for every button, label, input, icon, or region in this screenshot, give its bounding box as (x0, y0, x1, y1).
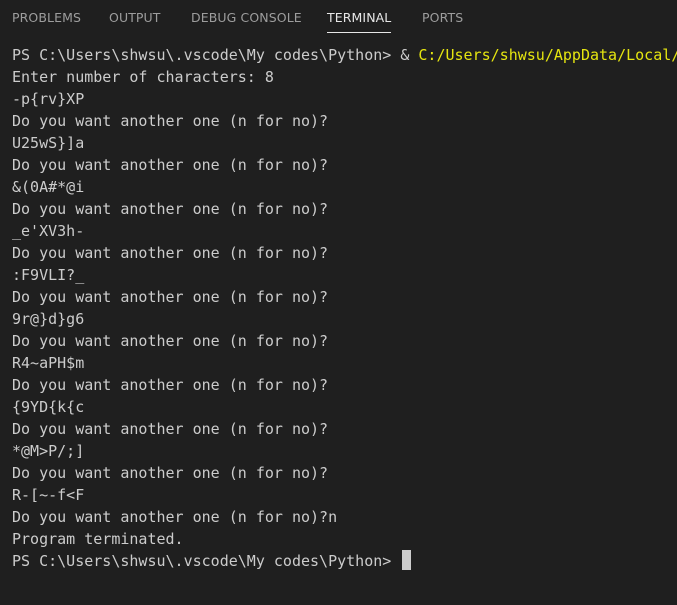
terminal-panel: PROBLEMS OUTPUT DEBUG CONSOLE TERMINAL P… (0, 0, 677, 605)
final-prompt: PS C:\Users\shwsu\.vscode\My codes\Pytho… (12, 552, 401, 570)
tab-terminal[interactable]: TERMINAL (327, 9, 392, 35)
output-line: {9YD{k{c (12, 398, 85, 416)
output-line: Do you want another one (n for no)? (12, 200, 329, 218)
command-prompt: PS C:\Users\shwsu\.vscode\My codes\Pytho… (12, 46, 401, 64)
terminal-output[interactable]: PS C:\Users\shwsu\.vscode\My codes\Pytho… (0, 41, 677, 605)
command-path: C:/Users/shwsu/AppData/Local/ (418, 46, 677, 64)
panel-tab-bar: PROBLEMS OUTPUT DEBUG CONSOLE TERMINAL P… (0, 0, 677, 36)
tab-terminal-label: TERMINAL (327, 10, 392, 25)
output-line: Do you want another one (n for no)? (12, 464, 329, 482)
output-line: Do you want another one (n for no)?n (12, 508, 338, 526)
output-line: _e'XV3h- (12, 222, 85, 240)
output-line: Do you want another one (n for no)? (12, 332, 329, 350)
tab-debug-console[interactable]: DEBUG CONSOLE (191, 9, 302, 35)
output-line: *@M>P/;] (12, 442, 85, 460)
output-line: Enter number of characters: 8 (12, 68, 274, 86)
output-line: Do you want another one (n for no)? (12, 420, 329, 438)
final-prompt-line[interactable]: PS C:\Users\shwsu\.vscode\My codes\Pytho… (12, 550, 412, 572)
output-line: Do you want another one (n for no)? (12, 244, 329, 262)
output-line: Do you want another one (n for no)? (12, 112, 329, 130)
text-cursor (402, 550, 412, 570)
command-line: PS C:\Users\shwsu\.vscode\My codes\Pytho… (12, 44, 677, 66)
tab-output[interactable]: OUTPUT (109, 9, 161, 35)
output-line: -p{rv}XP (12, 90, 85, 108)
output-line: &(0A#*@i (12, 178, 85, 196)
output-line: :F9VLI?_ (12, 266, 85, 284)
output-line: U25wS}]a (12, 134, 85, 152)
output-line: Do you want another one (n for no)? (12, 288, 329, 306)
output-line: 9r@}d}g6 (12, 310, 85, 328)
command-operator: & (400, 46, 419, 64)
output-line: R-[~-f<F (12, 486, 85, 504)
output-line: R4~aPH$m (12, 354, 85, 372)
active-tab-indicator (327, 32, 392, 33)
tab-ports[interactable]: PORTS (422, 9, 463, 35)
output-line: Do you want another one (n for no)? (12, 376, 329, 394)
output-line: Program terminated. (12, 530, 184, 548)
output-line: Do you want another one (n for no)? (12, 156, 329, 174)
tab-problems[interactable]: PROBLEMS (12, 9, 81, 35)
